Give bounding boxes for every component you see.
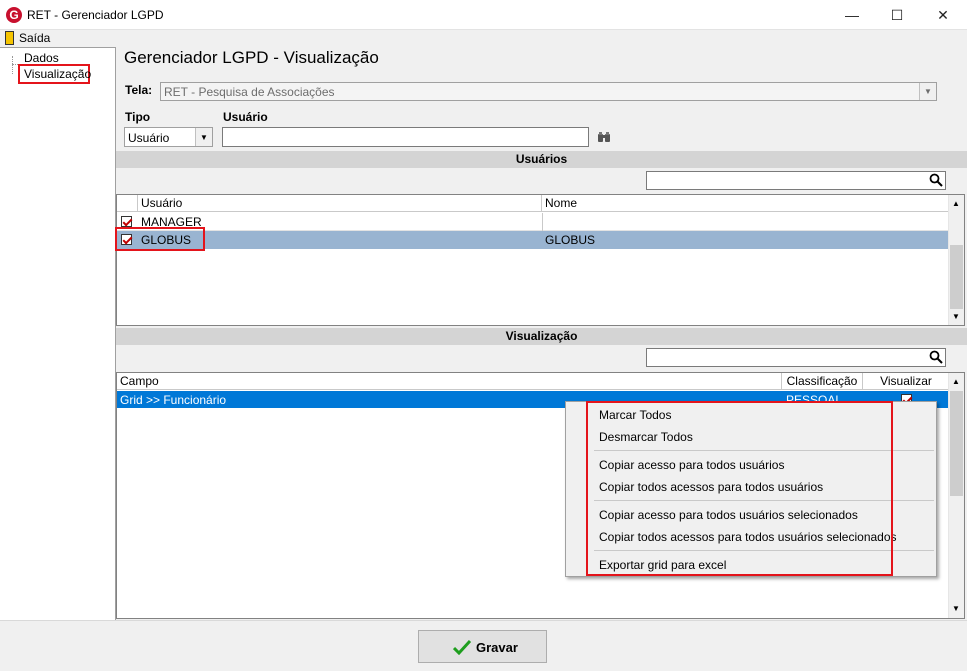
binoculars-icon[interactable] xyxy=(597,131,611,143)
sidebar-item-visualizacao[interactable]: Visualização xyxy=(24,67,91,81)
scroll-thumb[interactable] xyxy=(950,245,963,309)
tela-label: Tela: xyxy=(125,83,153,97)
checkmark-icon xyxy=(452,639,472,656)
table-row[interactable]: MANAGER xyxy=(117,213,949,231)
maximize-button[interactable]: ☐ xyxy=(874,0,920,30)
menu-item-saida[interactable]: Saída xyxy=(19,31,50,45)
page-title: Gerenciador LGPD - Visualização xyxy=(124,48,379,67)
close-button[interactable]: ✕ xyxy=(920,0,966,30)
chevron-down-icon: ▼ xyxy=(919,83,936,100)
search-icon[interactable] xyxy=(929,350,943,364)
visualizacao-grid-header: Campo Classificação Visualizar xyxy=(117,373,964,390)
app-logo-icon: G xyxy=(6,7,22,23)
highlight-box xyxy=(115,227,205,251)
menu-bar xyxy=(0,30,967,47)
usuarios-section-header: Usuários xyxy=(116,151,967,168)
search-icon[interactable] xyxy=(929,173,943,187)
highlight-box xyxy=(586,401,893,576)
minimize-button[interactable]: — xyxy=(829,0,875,30)
usuarios-grid: Usuário Nome MANAGER GLOBUS GLOBUS ▲ ▼ xyxy=(116,194,965,326)
tipo-label: Tipo xyxy=(125,110,151,124)
tipo-select[interactable]: Usuário ▼ xyxy=(124,127,213,147)
window-title: RET - Gerenciador LGPD xyxy=(27,8,164,22)
table-row[interactable]: GLOBUS GLOBUS xyxy=(117,231,949,249)
visualizacao-search-input[interactable] xyxy=(646,348,946,367)
column-header-classificacao[interactable]: Classificação xyxy=(782,373,863,390)
chevron-down-icon: ▼ xyxy=(195,128,212,146)
save-button[interactable]: Gravar xyxy=(418,630,547,663)
row-campo: Grid >> Funcionário xyxy=(120,393,227,407)
column-header-campo[interactable]: Campo xyxy=(117,373,782,390)
column-header-usuario[interactable]: Usuário xyxy=(138,195,542,212)
column-header-nome[interactable]: Nome xyxy=(542,195,949,212)
tree-connector xyxy=(12,56,13,74)
sidebar-tree xyxy=(0,47,116,620)
tela-select-value: RET - Pesquisa de Associações xyxy=(164,85,335,99)
row-checkbox[interactable] xyxy=(121,216,132,227)
visualizacao-section-header: Visualização xyxy=(116,328,967,345)
grid-header-check xyxy=(117,195,138,212)
scroll-thumb[interactable] xyxy=(950,391,963,496)
scroll-up-icon[interactable]: ▲ xyxy=(952,199,960,208)
save-button-label: Gravar xyxy=(476,640,518,655)
scroll-down-icon[interactable]: ▼ xyxy=(952,312,960,321)
tela-select[interactable]: RET - Pesquisa de Associações ▼ xyxy=(160,82,937,101)
usuarios-grid-header: Usuário Nome xyxy=(117,195,964,212)
scroll-down-icon[interactable]: ▼ xyxy=(952,604,960,613)
exit-door-icon xyxy=(5,31,14,45)
visualizacao-scrollbar[interactable]: ▲ ▼ xyxy=(948,373,964,618)
usuario-label: Usuário xyxy=(223,110,268,124)
row-nome: GLOBUS xyxy=(545,233,596,247)
scroll-up-icon[interactable]: ▲ xyxy=(952,377,960,386)
sidebar-item-dados[interactable]: Dados xyxy=(24,51,59,65)
usuarios-scrollbar[interactable]: ▲ ▼ xyxy=(948,195,964,325)
column-header-visualizar[interactable]: Visualizar xyxy=(863,373,949,390)
usuarios-search-input[interactable] xyxy=(646,171,946,190)
usuario-input[interactable] xyxy=(222,127,589,147)
tipo-select-value: Usuário xyxy=(128,131,170,145)
